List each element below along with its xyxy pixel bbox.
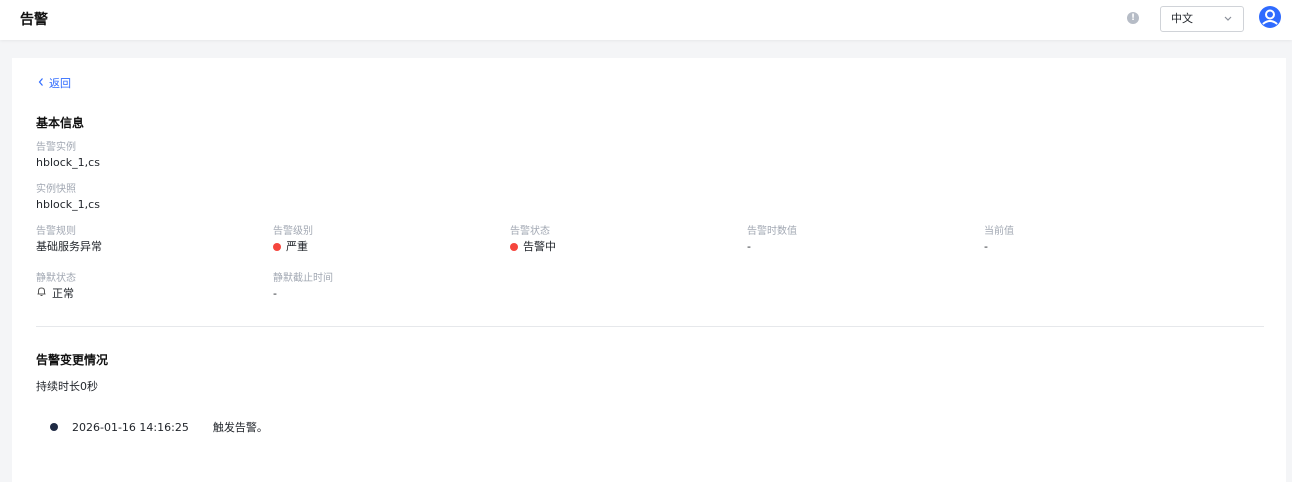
chevron-left-icon <box>37 77 45 90</box>
alarm-rule-value: 基础服务异常 <box>36 240 102 253</box>
instance-snapshot-value: hblock_1,cs <box>36 198 100 211</box>
top-bar: 告警 ! 中文 <box>0 0 1292 40</box>
alarm-level-value: 严重 <box>273 239 313 255</box>
mute-status-label: 静默状态 <box>36 273 76 284</box>
alarm-rule-field: 告警规则 基础服务异常 <box>36 225 102 255</box>
timeline-dot-icon <box>50 423 58 431</box>
alarm-instance-label: 告警实例 <box>36 142 76 153</box>
alarm-status-text: 告警中 <box>523 240 556 253</box>
alarm-status-label: 告警状态 <box>510 226 550 237</box>
current-value-field: 当前值 - <box>984 225 1014 255</box>
back-link-label: 返回 <box>49 77 71 90</box>
timeline-time: 2026-01-16 14:16:25 <box>72 420 189 434</box>
alarm-time-value-label: 告警时数值 <box>747 226 797 237</box>
page-title: 告警 <box>20 12 48 28</box>
back-link[interactable]: 返回 <box>37 75 71 91</box>
mute-status-field: 静默状态 正常 <box>36 272 76 302</box>
mute-end-time-field: 静默截止时间 - <box>273 272 333 302</box>
detail-card: 返回 基本信息 告警实例 hblock_1,cs 实例快照 hblock_1,c… <box>12 58 1286 482</box>
current-value-value: - <box>984 240 988 253</box>
alarm-level-field: 告警级别 严重 <box>273 225 313 255</box>
alarm-level-label: 告警级别 <box>273 226 313 237</box>
chevron-down-icon <box>1223 7 1233 40</box>
language-select-value: 中文 <box>1171 12 1193 25</box>
duration-text: 持续时长0秒 <box>36 380 98 393</box>
alarm-changes-title: 告警变更情况 <box>36 353 109 367</box>
timeline-text: 触发告警。 <box>212 421 268 434</box>
timeline-item: 2026-01-16 14:16:25 触发告警。 <box>50 419 268 435</box>
section-divider <box>36 326 1264 327</box>
current-value-label: 当前值 <box>984 226 1014 237</box>
info-icon[interactable]: ! <box>1127 12 1139 24</box>
language-select[interactable]: 中文 <box>1160 6 1244 32</box>
bell-icon <box>36 286 47 302</box>
basic-info-title: 基本信息 <box>36 116 85 130</box>
instance-snapshot-label: 实例快照 <box>36 184 76 195</box>
alarm-rule-label: 告警规则 <box>36 226 76 237</box>
alarm-status-value: 告警中 <box>510 239 556 255</box>
alarm-status-field: 告警状态 告警中 <box>510 225 556 255</box>
instance-snapshot-field: 实例快照 hblock_1,cs <box>36 183 100 213</box>
alarm-level-text: 严重 <box>286 240 308 253</box>
mute-status-text: 正常 <box>52 287 74 300</box>
user-avatar-icon[interactable] <box>1259 6 1281 28</box>
mute-status-value: 正常 <box>36 286 76 302</box>
mute-end-time-label: 静默截止时间 <box>273 273 333 284</box>
alarm-instance-field: 告警实例 hblock_1,cs <box>36 141 100 171</box>
severity-dot-icon <box>273 243 281 251</box>
alarm-time-value-field: 告警时数值 - <box>747 225 797 255</box>
status-dot-icon <box>510 243 518 251</box>
alarm-instance-value: hblock_1,cs <box>36 156 100 169</box>
mute-end-time-value: - <box>273 287 277 300</box>
alarm-time-value-value: - <box>747 240 751 253</box>
